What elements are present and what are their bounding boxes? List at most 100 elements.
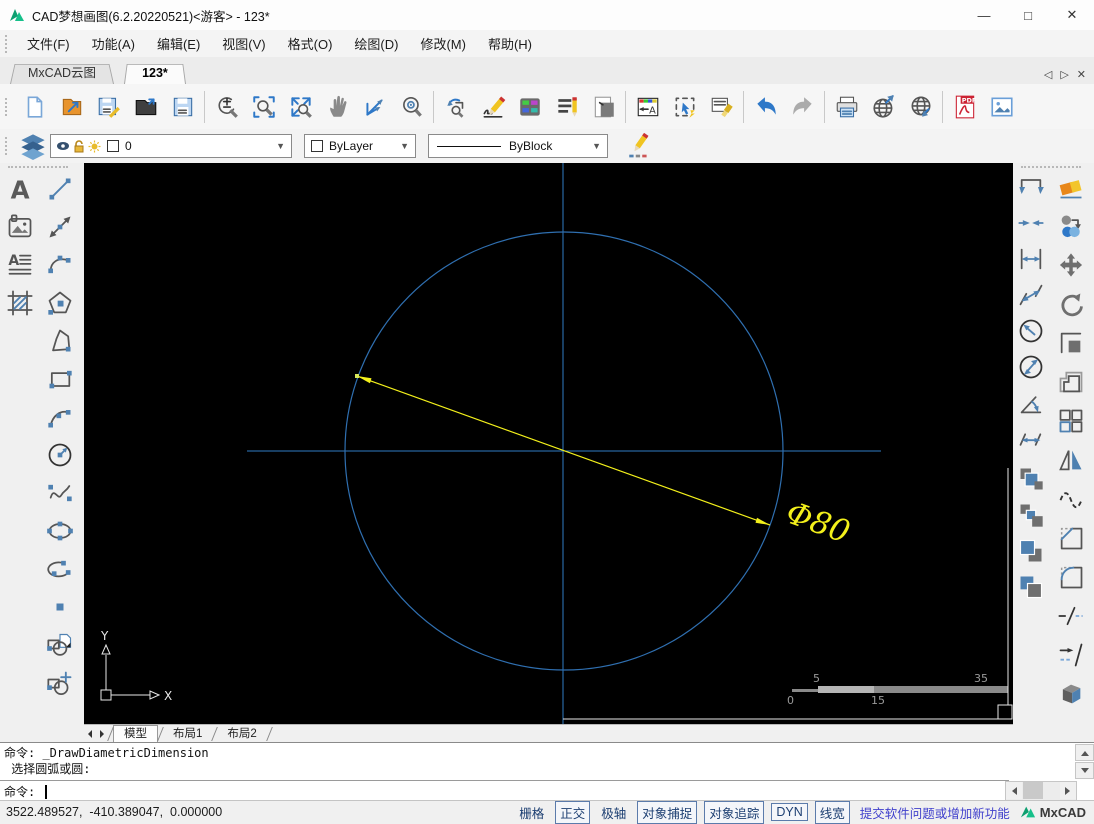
redo-icon[interactable] xyxy=(784,88,821,126)
circle-icon[interactable] xyxy=(43,439,77,471)
open-drawing-icon[interactable] xyxy=(53,88,90,126)
hatch-icon[interactable] xyxy=(3,287,37,319)
layout-tab-layout1[interactable]: 布局1 xyxy=(163,726,212,742)
layout-tab-model[interactable]: 模型 xyxy=(113,725,158,742)
menu-modify[interactable]: 修改(M) xyxy=(409,30,477,57)
measure-icon[interactable] xyxy=(356,88,393,126)
open-web-icon[interactable] xyxy=(902,88,939,126)
linear-dimension-icon[interactable] xyxy=(1014,243,1048,275)
undo-icon[interactable] xyxy=(747,88,784,126)
command-history[interactable]: 命令: _DrawDiametricDimension 选择圆弧或圆: xyxy=(0,743,1076,780)
rotated-dimension-icon[interactable] xyxy=(1014,423,1048,455)
feedback-link[interactable]: 提交软件问题或增加新功能 xyxy=(860,803,1010,822)
new-file-icon[interactable] xyxy=(16,88,53,126)
scroll-left-icon[interactable] xyxy=(1006,782,1022,799)
zoom-center-icon[interactable] xyxy=(393,88,430,126)
line-icon[interactable] xyxy=(43,173,77,205)
print-icon[interactable] xyxy=(828,88,865,126)
offset-icon[interactable] xyxy=(1054,366,1088,398)
export-image-icon[interactable] xyxy=(983,88,1020,126)
color-palette-icon[interactable] xyxy=(511,88,548,126)
save-as-icon[interactable] xyxy=(164,88,201,126)
tab-close-icon[interactable]: ✕ xyxy=(1077,68,1086,81)
draw-settings-icon[interactable] xyxy=(620,127,657,165)
array-icon[interactable] xyxy=(1054,405,1088,437)
angular-dimension-icon[interactable] xyxy=(1014,387,1048,419)
close-button[interactable]: ✕ xyxy=(1050,0,1094,30)
image-icon[interactable] xyxy=(3,211,37,243)
minimize-button[interactable]: — xyxy=(962,0,1006,30)
view-previous-icon[interactable] xyxy=(437,88,474,126)
menu-function[interactable]: 功能(A) xyxy=(81,30,146,57)
zoom-extents-icon[interactable] xyxy=(282,88,319,126)
rectangle-icon[interactable] xyxy=(43,363,77,395)
tab-scroll-left-icon[interactable]: ◁ xyxy=(1044,68,1052,81)
polyline-icon[interactable] xyxy=(43,325,77,357)
toggle-grid[interactable]: 栅格 xyxy=(515,802,548,823)
scroll-down-icon[interactable] xyxy=(1075,762,1094,779)
text-icon[interactable]: A xyxy=(3,173,37,205)
sketch-icon[interactable] xyxy=(474,88,511,126)
draworder-above-icon[interactable] xyxy=(1014,535,1048,567)
match-properties-icon[interactable] xyxy=(703,88,740,126)
quick-select-icon[interactable] xyxy=(666,88,703,126)
ellipse-arc-icon[interactable] xyxy=(43,553,77,585)
zoom-in-out-icon[interactable] xyxy=(208,88,245,126)
layer-select[interactable]: 0 ▼ xyxy=(50,134,292,158)
model-canvas[interactable]: Φ80 5 35 0 15 Y X xyxy=(84,163,1013,724)
export-pdf-icon[interactable]: PDF xyxy=(946,88,983,126)
pan-icon[interactable] xyxy=(319,88,356,126)
page-setup-icon[interactable] xyxy=(585,88,622,126)
tab-123[interactable]: 123* xyxy=(124,62,186,84)
toggle-ortho[interactable]: 正交 xyxy=(555,800,591,824)
chamfer-icon[interactable] xyxy=(1054,522,1088,554)
move-icon[interactable] xyxy=(1054,249,1088,281)
erase-icon[interactable] xyxy=(1054,171,1088,203)
open-folder-icon[interactable] xyxy=(127,88,164,126)
menu-help[interactable]: 帮助(H) xyxy=(477,30,543,57)
command-hscrollbar[interactable] xyxy=(1005,781,1077,802)
publish-web-icon[interactable] xyxy=(865,88,902,126)
scrollbar-thumb[interactable] xyxy=(1023,782,1043,799)
radius-dimension-icon[interactable] xyxy=(1014,315,1048,347)
arc-3point-icon[interactable] xyxy=(43,249,77,281)
scroll-right-icon[interactable] xyxy=(1060,782,1076,799)
toggle-otrack[interactable]: 对象追踪 xyxy=(704,800,765,824)
insert-block-icon[interactable] xyxy=(43,667,77,699)
break-icon[interactable] xyxy=(1054,600,1088,632)
command-scrollbar[interactable] xyxy=(1075,744,1094,779)
diametric-dimension[interactable]: Φ80 xyxy=(355,374,855,551)
tab-scroll-right-icon[interactable]: ▷ xyxy=(1060,68,1068,81)
toggle-lineweight[interactable]: 线宽 xyxy=(814,800,850,824)
scale-icon[interactable] xyxy=(1054,327,1088,359)
copy-icon[interactable] xyxy=(1054,210,1088,242)
zoom-window-icon[interactable] xyxy=(245,88,282,126)
toggle-polar[interactable]: 极轴 xyxy=(597,802,630,823)
brand-badge[interactable]: MxCAD xyxy=(1020,804,1086,820)
mtext-icon[interactable]: A xyxy=(3,249,37,281)
mirror-icon[interactable] xyxy=(1054,444,1088,476)
layout-tab-layout2[interactable]: 布局2 xyxy=(217,726,266,742)
layers-icon[interactable] xyxy=(16,127,50,165)
toggle-dyn[interactable]: DYN xyxy=(771,803,808,821)
fillet-icon[interactable] xyxy=(1054,561,1088,593)
draworder-back-icon[interactable] xyxy=(1014,499,1048,531)
ellipse-icon[interactable] xyxy=(43,515,77,547)
color-select[interactable]: ByLayer ▼ xyxy=(304,134,416,158)
draworder-below-icon[interactable] xyxy=(1014,571,1048,603)
draworder-front-icon[interactable] xyxy=(1014,463,1048,495)
lengthen-icon[interactable] xyxy=(1054,639,1088,671)
arc-icon[interactable] xyxy=(43,401,77,433)
3d-box-icon[interactable] xyxy=(1054,678,1088,710)
construction-line-icon[interactable] xyxy=(43,211,77,243)
diametric-dimension-icon[interactable] xyxy=(1014,351,1048,383)
make-block-icon[interactable] xyxy=(43,629,77,661)
maximize-button[interactable]: □ xyxy=(1006,0,1050,30)
aligned-dimension-icon[interactable] xyxy=(1014,279,1048,311)
linetype-select[interactable]: ByBlock ▼ xyxy=(428,134,608,158)
point-icon[interactable] xyxy=(43,591,77,623)
spline-icon[interactable] xyxy=(43,477,77,509)
menu-view[interactable]: 视图(V) xyxy=(211,30,276,57)
text-style-icon[interactable] xyxy=(548,88,585,126)
menu-edit[interactable]: 编辑(E) xyxy=(146,30,211,57)
